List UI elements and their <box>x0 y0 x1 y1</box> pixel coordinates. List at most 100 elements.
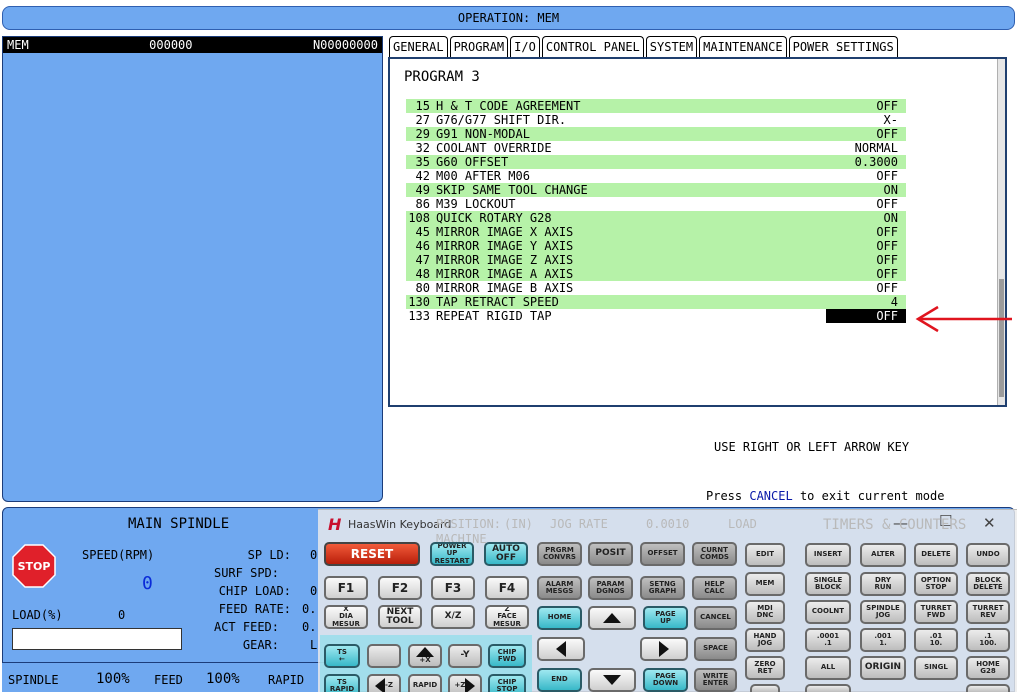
setting-row[interactable]: 32 COOLANT OVERRIDE NORMAL <box>406 141 906 155</box>
setting-value[interactable]: OFF <box>826 127 906 141</box>
tab-maintenance[interactable]: MAINTENANCE <box>699 36 787 57</box>
arrow-up-button[interactable] <box>588 606 636 630</box>
partial-key-2[interactable] <box>805 684 851 692</box>
setting-value[interactable]: OFF <box>826 197 906 211</box>
rapid-button[interactable]: RAPID <box>408 674 442 692</box>
setting-value[interactable]: ON <box>826 211 906 225</box>
mem-button[interactable]: MEM <box>745 572 785 596</box>
write-enter-button[interactable]: WRITE ENTER <box>694 668 737 692</box>
f1-button[interactable]: F1 <box>324 576 368 600</box>
setting-row[interactable]: 86 M39 LOCKOUT OFF <box>406 197 906 211</box>
setting-row[interactable]: 47 MIRROR IMAGE Z AXIS OFF <box>406 253 906 267</box>
xz-button[interactable]: X/Z <box>431 605 475 629</box>
x-dia-measure-button[interactable]: X DIA MESUR <box>324 605 368 629</box>
setting-value[interactable]: 0.3000 <box>826 155 906 169</box>
jog-1-button[interactable]: .1 100. <box>966 628 1010 652</box>
alarm-mesgs-button[interactable]: ALARM MESGS <box>537 576 582 600</box>
posit-button[interactable]: POSIT <box>588 542 633 566</box>
turret-rev-button[interactable]: TURRET REV <box>966 600 1010 624</box>
setting-row[interactable]: 29 G91 NON-MODAL OFF <box>406 127 906 141</box>
jog-001-button[interactable]: .001 1. <box>860 628 906 652</box>
f2-button[interactable]: F2 <box>378 576 422 600</box>
undo-button[interactable]: UNDO <box>966 543 1010 567</box>
ts-left-button[interactable]: TS ← <box>324 644 360 668</box>
minus-z-button[interactable]: -Z <box>367 674 401 692</box>
setting-row[interactable]: 42 M00 AFTER M06 OFF <box>406 169 906 183</box>
tab-io[interactable]: I/O <box>510 36 540 57</box>
setting-value[interactable]: OFF <box>826 281 906 295</box>
power-up-restart-button[interactable]: POWER UP RESTART <box>430 542 474 566</box>
ts-rapid-button[interactable]: TS RAPID <box>324 674 360 692</box>
setting-row[interactable]: 46 MIRROR IMAGE Y AXIS OFF <box>406 239 906 253</box>
setting-value[interactable]: ON <box>826 183 906 197</box>
tab-system[interactable]: SYSTEM <box>645 36 698 57</box>
hand-jog-button[interactable]: HAND JOG <box>745 628 785 652</box>
z-face-measure-button[interactable]: Z FACE MESUR <box>485 605 529 629</box>
jog-01-button[interactable]: .01 10. <box>914 628 958 652</box>
setting-row[interactable]: 108 QUICK ROTARY G28 ON <box>406 211 906 225</box>
setting-row[interactable]: 27 G76/G77 SHIFT DIR. X- <box>406 113 906 127</box>
setting-row[interactable]: 130 TAP RETRACT SPEED 4 <box>406 295 906 309</box>
spindle-jog-button[interactable]: SPINDLE JOG <box>860 600 906 624</box>
setting-value[interactable]: OFF <box>826 253 906 267</box>
tab-general[interactable]: GENERAL <box>389 36 448 57</box>
tab-control-panel[interactable]: CONTROL PANEL <box>541 36 644 57</box>
edit-button[interactable]: EDIT <box>745 543 785 567</box>
cancel-button[interactable]: CANCEL <box>694 606 737 630</box>
page-down-button[interactable]: PAGE DOWN <box>643 668 688 692</box>
origin-button[interactable]: ORIGIN <box>860 656 906 680</box>
setting-value[interactable]: OFF <box>826 267 906 281</box>
chip-fwd-button[interactable]: CHIP FWD <box>488 644 526 668</box>
arrow-left-button[interactable] <box>537 637 585 661</box>
setting-row[interactable]: 48 MIRROR IMAGE A AXIS OFF <box>406 267 906 281</box>
prgrm-convrs-button[interactable]: PRGRM CONVRS <box>537 542 582 566</box>
param-dgnos-button[interactable]: PARAM DGNOS <box>588 576 633 600</box>
tab-power-settings[interactable]: POWER SETTINGS <box>788 36 898 57</box>
all-button[interactable]: ALL <box>805 656 851 680</box>
setting-row[interactable]: 15 H & T CODE AGREEMENT OFF <box>406 99 906 113</box>
f3-button[interactable]: F3 <box>431 576 475 600</box>
singl-button[interactable]: SINGL <box>914 656 958 680</box>
setting-value-selected[interactable]: OFF <box>826 309 906 323</box>
tab-program[interactable]: PROGRAM <box>449 36 509 58</box>
alter-button[interactable]: ALTER <box>860 543 906 567</box>
offset-button[interactable]: OFFSET <box>640 542 685 566</box>
setting-value[interactable]: 4 <box>826 295 906 309</box>
dry-run-button[interactable]: DRY RUN <box>860 572 906 596</box>
next-tool-button[interactable]: NEXT TOOL <box>378 605 422 629</box>
setting-value[interactable]: X- <box>826 113 906 127</box>
setting-value[interactable]: OFF <box>826 99 906 113</box>
auto-off-button[interactable]: AUTO OFF <box>484 542 528 566</box>
single-block-button[interactable]: SINGLE BLOCK <box>805 572 851 596</box>
f4-button[interactable]: F4 <box>485 576 529 600</box>
setng-graph-button[interactable]: SETNG GRAPH <box>640 576 685 600</box>
arrow-down-button[interactable] <box>588 668 636 692</box>
setting-row[interactable]: 80 MIRROR IMAGE B AXIS OFF <box>406 281 906 295</box>
scrollbar[interactable] <box>997 59 1005 405</box>
turret-fwd-button[interactable]: TURRET FWD <box>914 600 958 624</box>
delete-button[interactable]: DELETE <box>914 543 958 567</box>
blank-jog-button[interactable] <box>367 644 401 668</box>
insert-button[interactable]: INSERT <box>805 543 851 567</box>
close-icon[interactable]: ✕ <box>983 514 996 532</box>
plus-z-button[interactable]: +Z <box>448 674 482 692</box>
setting-value[interactable]: OFF <box>826 239 906 253</box>
page-up-button[interactable]: PAGE UP <box>643 606 688 630</box>
help-calc-button[interactable]: HELP CALC <box>692 576 737 600</box>
setting-value[interactable]: OFF <box>826 225 906 239</box>
scroll-thumb[interactable] <box>999 279 1004 397</box>
space-button[interactable]: SPACE <box>694 637 737 661</box>
mdi-dnc-button[interactable]: MDI DNC <box>745 600 785 624</box>
curnt-comds-button[interactable]: CURNT COMDS <box>692 542 737 566</box>
zero-ret-button[interactable]: ZERO RET <box>745 656 785 680</box>
block-delete-button[interactable]: BLOCK DELETE <box>966 572 1010 596</box>
partial-key-3[interactable] <box>966 684 1010 692</box>
setting-value[interactable]: NORMAL <box>826 141 906 155</box>
home-button[interactable]: HOME <box>537 606 582 630</box>
chip-stop-button[interactable]: CHIP STOP <box>488 674 526 692</box>
setting-value[interactable]: OFF <box>826 169 906 183</box>
plus-x-button[interactable]: +X <box>408 644 442 668</box>
minus-y-button[interactable]: -Y <box>448 644 482 668</box>
setting-row[interactable]: 35 G60 OFFSET 0.3000 <box>406 155 906 169</box>
jog-0001-button[interactable]: .0001 .1 <box>805 628 851 652</box>
